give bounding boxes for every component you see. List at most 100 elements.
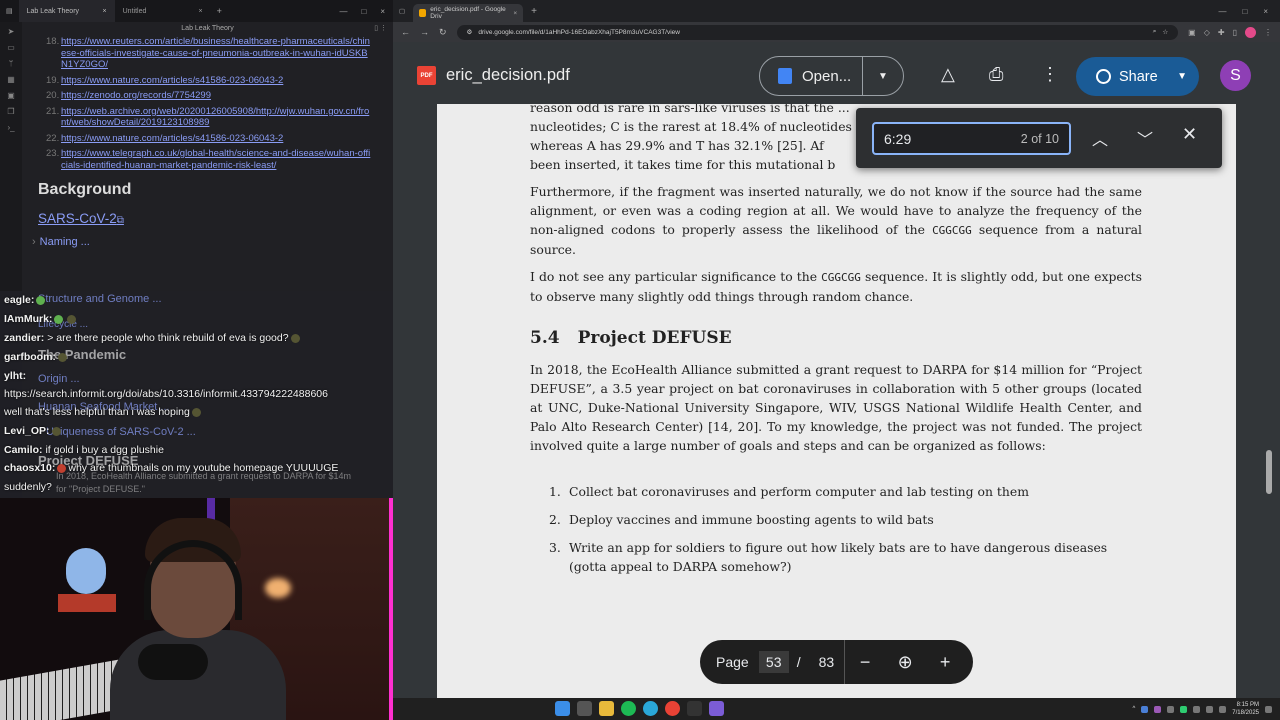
chevron-down-icon[interactable]: ﹀ — [1137, 126, 1153, 150]
list-item: 20. https://zenodo.org/records/7754299 — [46, 90, 211, 101]
note-header: Lab Leak Theory ▯ ⋮ — [22, 22, 393, 36]
tray-icon[interactable] — [1193, 705, 1201, 713]
outline-item-naming[interactable]: › Naming ... — [32, 236, 393, 248]
microphone — [138, 644, 208, 680]
more-options-icon[interactable]: ⋮ — [1041, 64, 1059, 85]
reading-view-icon[interactable]: ▯ ⋮ — [374, 22, 387, 36]
reference-link[interactable]: https://www.nature.com/articles/s41586-0… — [61, 133, 283, 144]
reference-link[interactable]: https://www.telegraph.co.uk/global-healt… — [61, 148, 370, 171]
print-icon[interactable]: ⎙ — [989, 64, 1003, 85]
forward-button[interactable]: → — [420, 27, 429, 37]
page-number-input[interactable]: 53 — [758, 651, 789, 673]
extension-icon[interactable]: ▣ — [1188, 28, 1196, 37]
zoom-out-button[interactable]: − — [845, 652, 885, 673]
tab-lab-leak-theory[interactable]: Lab Leak Theory × — [18, 0, 115, 22]
reference-link[interactable]: https://www.nature.com/articles/s41586-0… — [61, 75, 283, 86]
sars-cov-2-link[interactable]: SARS-CoV-2⧉ — [38, 211, 393, 226]
scrollbar[interactable] — [1266, 450, 1272, 494]
zoom-icon[interactable]: ⊕ — [885, 652, 925, 673]
zoom-in-button[interactable]: + — [925, 652, 965, 673]
extension-icon[interactable]: ◇ — [1204, 28, 1210, 37]
chevron-up-icon[interactable]: ︿ — [1092, 126, 1108, 150]
avatar[interactable]: S — [1220, 60, 1251, 91]
outline-item-structure[interactable]: Structure and Genome ... — [38, 293, 162, 305]
address-bar[interactable]: ⚙ drive.google.com/file/d/1aHhPd-16EOabz… — [456, 24, 1179, 40]
notes-tabbar: ▤ Lab Leak Theory × Untitled × + — □ × — [0, 0, 393, 22]
chat-message: Camilo: if gold i buy a dgg plushie — [4, 444, 164, 456]
bookmark-star-icon[interactable]: ☆ — [1162, 28, 1168, 36]
close-icon[interactable]: ✕ — [1182, 124, 1197, 145]
tab-eric-decision[interactable]: eric_decision.pdf - Google Driv × — [413, 4, 524, 22]
reload-button[interactable]: ↻ — [439, 27, 447, 38]
maximize-button[interactable]: □ — [1242, 7, 1247, 16]
terminal-icon[interactable] — [687, 701, 702, 716]
terminal-icon[interactable]: ›_ — [7, 123, 14, 132]
note-title: Lab Leak Theory — [181, 25, 234, 32]
copy-icon[interactable]: ❐ — [7, 107, 14, 116]
close-window-button[interactable]: × — [1263, 7, 1268, 16]
site-info-icon[interactable]: ⚙ — [467, 28, 473, 36]
find-input[interactable]: 6:29 2 of 10 — [872, 122, 1071, 155]
send-icon[interactable]: ➤ — [8, 27, 15, 36]
share-button[interactable]: Share ▼ — [1076, 57, 1199, 96]
reference-link[interactable]: https://zenodo.org/records/7754299 — [61, 90, 211, 101]
file-explorer-icon[interactable] — [599, 701, 614, 716]
pdf-page: reason odd is rare in sars-like viruses … — [437, 104, 1236, 698]
maximize-button[interactable]: □ — [361, 7, 366, 16]
start-icon[interactable] — [555, 701, 570, 716]
zoom-icon[interactable]: ⌕ — [1153, 28, 1157, 36]
new-tab-button[interactable]: + — [531, 6, 537, 17]
sidebar-toggle-icon[interactable]: ▤ — [0, 7, 19, 15]
task-view-icon[interactable] — [577, 701, 592, 716]
tab-menu-icon[interactable]: ▢ — [399, 7, 405, 15]
tray-icon[interactable] — [1141, 705, 1149, 713]
reference-link[interactable]: https://www.reuters.com/article/business… — [61, 36, 370, 70]
kebab-menu-icon[interactable]: ⋮ — [1264, 28, 1272, 37]
minimize-button[interactable]: — — [339, 7, 347, 16]
minimize-button[interactable]: — — [1218, 7, 1226, 16]
clock[interactable]: 8:15 PM 7/18/2025 — [1232, 701, 1259, 717]
note-body: 18. https://www.reuters.com/article/busin… — [22, 36, 393, 296]
tray-icon[interactable] — [1180, 705, 1188, 713]
close-icon[interactable]: × — [513, 10, 517, 17]
close-window-button[interactable]: × — [380, 7, 385, 16]
notifications-icon[interactable] — [1265, 705, 1272, 713]
calendar-icon[interactable]: ▣ — [7, 91, 15, 100]
chat-message: https://search.informit.org/doi/abs/10.3… — [4, 388, 328, 400]
emote-icon — [290, 333, 300, 343]
edge-icon[interactable] — [643, 701, 658, 716]
obsidian-icon[interactable] — [709, 701, 724, 716]
goals-list: 1. Collect bat coronaviruses and perform … — [549, 482, 1142, 585]
wifi-icon[interactable] — [1206, 705, 1214, 713]
chrome-icon[interactable] — [665, 701, 680, 716]
tab-untitled[interactable]: Untitled × — [115, 0, 211, 22]
open-with-button[interactable]: Open... ▼ — [759, 56, 904, 96]
close-icon[interactable]: × — [103, 8, 107, 15]
outline-item-uniqueness[interactable]: Uniqueness of SARS-CoV-2 ... — [46, 426, 196, 438]
chevron-down-icon[interactable]: ▼ — [1177, 71, 1187, 82]
branch-icon[interactable]: ᛘ — [9, 59, 14, 68]
back-button[interactable]: ← — [401, 27, 410, 37]
sidepanel-icon[interactable]: ▯ — [1233, 28, 1237, 37]
grid-icon[interactable]: ▦ — [7, 75, 15, 84]
puzzle-icon[interactable]: ✚ — [1218, 28, 1225, 37]
files-icon[interactable]: ▭ — [7, 43, 15, 52]
tray-icon[interactable] — [1154, 705, 1162, 713]
emote-icon — [57, 352, 67, 362]
emote-icon — [191, 407, 201, 417]
add-shortcut-icon[interactable]: △ — [941, 64, 955, 85]
volume-icon[interactable] — [1219, 705, 1227, 713]
spotify-icon[interactable] — [621, 701, 636, 716]
tray-icon[interactable] — [1167, 705, 1175, 713]
chevron-up-icon[interactable]: ^ — [1132, 706, 1135, 712]
reference-link[interactable]: https://web.archive.org/web/202001260059… — [61, 106, 369, 129]
list-item: 18. https://www.reuters.com/article/busin… — [46, 36, 370, 70]
chevron-down-icon[interactable]: ▼ — [863, 71, 903, 82]
chat-message: eagle: — [4, 294, 47, 306]
new-tab-button[interactable]: + — [211, 6, 228, 16]
profile-icon[interactable] — [1245, 26, 1256, 38]
outline-item-origin[interactable]: Origin ... — [38, 373, 80, 385]
pdf-icon: PDF — [417, 66, 436, 85]
heading-background: Background — [38, 181, 132, 198]
close-icon[interactable]: × — [199, 8, 203, 15]
